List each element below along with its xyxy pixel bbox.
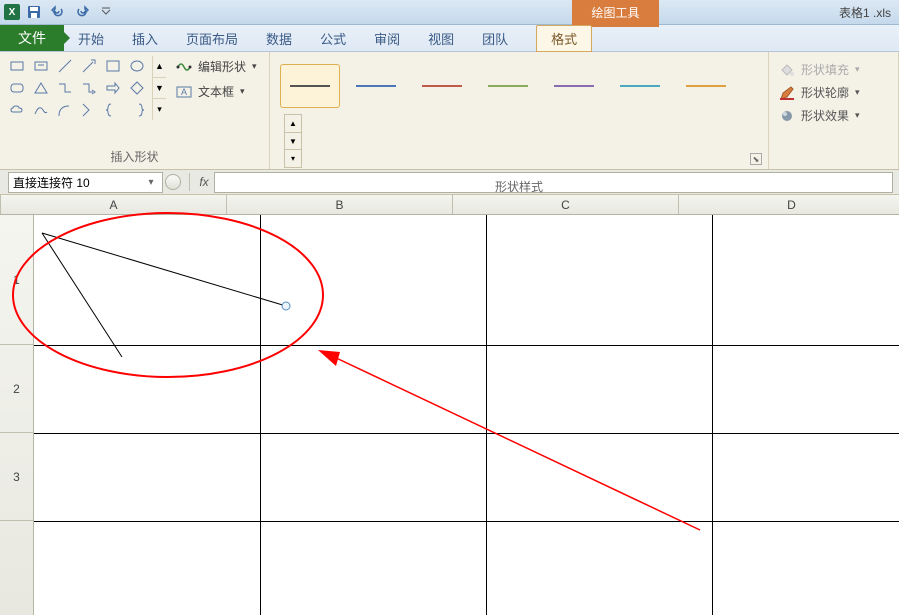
row-header[interactable]: 2 xyxy=(0,345,33,433)
group-label-shape-styles: 形状样式 xyxy=(276,176,762,197)
name-box-value: 直接连接符 10 xyxy=(13,174,90,191)
group-shape-styles: ▲▼▾ 形状样式 ⬊ xyxy=(270,52,769,169)
dialog-launcher-icon[interactable]: ⬊ xyxy=(750,153,762,165)
quick-access-toolbar xyxy=(24,2,116,22)
shape-effects-label: 形状效果 xyxy=(801,107,849,124)
worksheet: ABCD 123 xyxy=(0,195,899,615)
shape-arc-icon[interactable] xyxy=(54,100,76,120)
name-box[interactable]: 直接连接符 10 ▾ xyxy=(8,172,163,193)
column-header[interactable]: B xyxy=(227,195,453,214)
shape-block-arrow-icon[interactable] xyxy=(102,78,124,98)
tab-review[interactable]: 审阅 xyxy=(360,25,414,51)
shape-curve-icon[interactable] xyxy=(30,100,52,120)
edit-shape-label: 编辑形状 xyxy=(198,58,246,75)
shape-cloud-icon[interactable] xyxy=(6,100,28,120)
shape-brace-icon[interactable] xyxy=(102,100,124,120)
gallery-more[interactable]: ▾ xyxy=(285,150,301,167)
namebox-expand[interactable] xyxy=(165,174,181,190)
shape-outline-label: 形状轮廓 xyxy=(801,84,849,101)
text-box-label: 文本框 xyxy=(198,83,234,100)
tab-file[interactable]: 文件 xyxy=(0,25,64,51)
row-header[interactable]: 1 xyxy=(0,215,33,345)
tab-formulas[interactable]: 公式 xyxy=(306,25,360,51)
style-thumb[interactable] xyxy=(412,64,472,108)
shape-fill-label: 形状填充 xyxy=(801,61,849,78)
shapes-scroll-up[interactable]: ▲ xyxy=(153,56,166,77)
group-label-insert-shapes: 插入形状 xyxy=(6,146,263,167)
style-thumb[interactable] xyxy=(544,64,604,108)
tab-format[interactable]: 格式 xyxy=(536,25,592,53)
shape-outline-button[interactable]: 形状轮廓 ▾ xyxy=(775,81,892,104)
shape-elbow-icon[interactable] xyxy=(54,78,76,98)
group-shape-format: 形状填充 ▾ 形状轮廓 ▾ 形状效果 ▾ xyxy=(769,52,899,169)
pen-outline-icon xyxy=(779,85,795,101)
shape-diamond-icon[interactable] xyxy=(126,78,148,98)
chevron-down-icon: ▾ xyxy=(252,61,257,72)
undo-button[interactable] xyxy=(48,2,68,22)
shape-rounded-rect-icon[interactable] xyxy=(6,78,28,98)
shape-rectangle-icon[interactable] xyxy=(6,56,28,76)
chevron-down-icon: ▾ xyxy=(855,110,860,121)
column-header[interactable]: A xyxy=(1,195,227,214)
style-thumb[interactable] xyxy=(676,64,736,108)
shape-bracket-icon[interactable] xyxy=(126,100,148,120)
chevron-down-icon: ▾ xyxy=(240,86,245,97)
shapes-more[interactable]: ▾ xyxy=(153,98,166,120)
text-box-button[interactable]: A 文本框 ▾ xyxy=(172,81,261,102)
cells-area[interactable] xyxy=(34,215,899,615)
gallery-down[interactable]: ▼ xyxy=(285,133,301,151)
shapes-scroll-down[interactable]: ▼ xyxy=(153,77,166,99)
select-all-button[interactable] xyxy=(0,195,1,214)
column-header[interactable]: D xyxy=(679,195,899,214)
style-thumb[interactable] xyxy=(346,64,406,108)
effects-icon xyxy=(779,108,795,124)
style-thumb[interactable] xyxy=(478,64,538,108)
style-thumb[interactable] xyxy=(610,64,670,108)
shape-rect2-icon[interactable] xyxy=(102,56,124,76)
ribbon-body: ▲ ▼ ▾ 编辑形状 ▾ A 文本框 ▾ 插入形状 ▲▼▾ 形状样式 xyxy=(0,52,899,170)
svg-text:A: A xyxy=(181,87,187,97)
shape-elbow-arrow-icon[interactable] xyxy=(78,78,100,98)
name-box-dropdown-icon[interactable]: ▾ xyxy=(144,177,158,188)
save-button[interactable] xyxy=(24,2,44,22)
tab-data[interactable]: 数据 xyxy=(252,25,306,51)
shape-styles-gallery[interactable]: ▲▼▾ xyxy=(276,56,762,176)
chevron-down-icon: ▾ xyxy=(855,64,860,75)
ribbon-tabs: 文件 开始 插入 页面布局 数据 公式 审阅 视图 团队 格式 xyxy=(0,25,899,52)
shape-effects-button[interactable]: 形状效果 ▾ xyxy=(775,104,892,127)
shape-line-icon[interactable] xyxy=(54,56,76,76)
tab-team[interactable]: 团队 xyxy=(468,25,522,51)
group-insert-shapes: ▲ ▼ ▾ 编辑形状 ▾ A 文本框 ▾ 插入形状 xyxy=(0,52,270,169)
style-thumb[interactable] xyxy=(280,64,340,108)
edit-shape-icon xyxy=(176,59,192,75)
row-headers: 123 xyxy=(0,215,34,615)
tab-insert[interactable]: 插入 xyxy=(118,25,172,51)
shape-chevron-icon[interactable] xyxy=(78,100,100,120)
app-icon: X xyxy=(4,4,20,20)
shape-arrow-icon[interactable] xyxy=(78,56,100,76)
qat-customize-icon[interactable] xyxy=(96,2,116,22)
column-header[interactable]: C xyxy=(453,195,679,214)
tab-home[interactable]: 开始 xyxy=(64,25,118,51)
tab-page-layout[interactable]: 页面布局 xyxy=(172,25,252,51)
row-header[interactable]: 3 xyxy=(0,433,33,521)
document-title: 表格1 .xls xyxy=(839,4,891,21)
column-headers: ABCD xyxy=(0,195,899,215)
paint-bucket-icon xyxy=(779,62,795,78)
contextual-tab-group: 绘图工具 xyxy=(572,0,659,25)
redo-button[interactable] xyxy=(72,2,92,22)
text-box-icon: A xyxy=(176,84,192,100)
fx-button[interactable]: fx xyxy=(194,172,214,192)
shape-oval-icon[interactable] xyxy=(126,56,148,76)
shape-triangle-icon[interactable] xyxy=(30,78,52,98)
shape-textbox-icon[interactable] xyxy=(30,56,52,76)
shapes-gallery[interactable] xyxy=(6,56,148,120)
tab-view[interactable]: 视图 xyxy=(414,25,468,51)
gallery-spinner: ▲▼▾ xyxy=(284,114,302,168)
chevron-down-icon: ▾ xyxy=(855,87,860,98)
shape-fill-button[interactable]: 形状填充 ▾ xyxy=(775,58,892,81)
title-bar: X 绘图工具 表格1 .xls xyxy=(0,0,899,25)
gallery-up[interactable]: ▲ xyxy=(285,115,301,133)
edit-shape-button[interactable]: 编辑形状 ▾ xyxy=(172,56,261,77)
